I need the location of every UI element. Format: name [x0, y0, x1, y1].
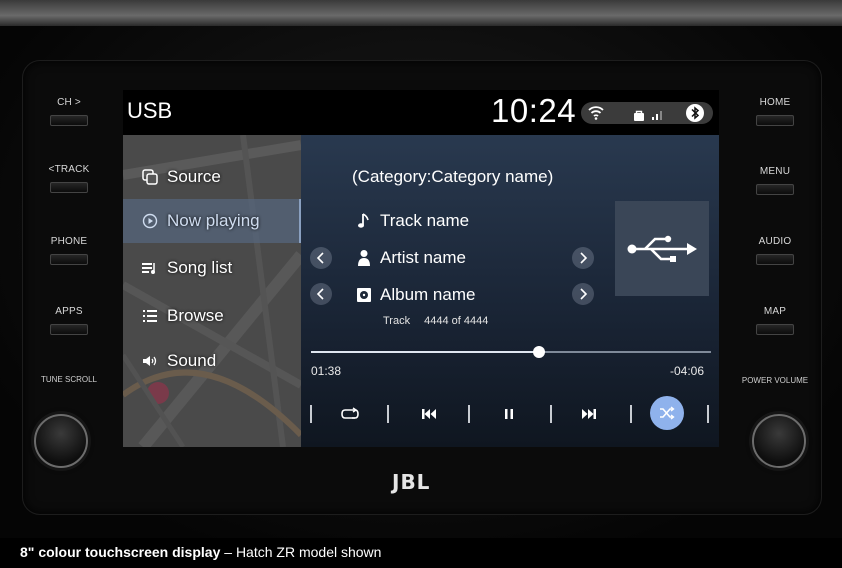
browse-list-icon	[139, 308, 161, 324]
artist-name: Artist name	[380, 248, 466, 267]
control-divider	[468, 405, 470, 423]
artist-icon	[353, 249, 375, 267]
jbl-logo: JBL	[392, 470, 431, 494]
chevron-right-icon	[580, 252, 588, 264]
repeat-icon	[341, 407, 359, 419]
track-position: Track 4444 of 4444	[383, 315, 488, 327]
shuffle-button[interactable]	[650, 396, 684, 430]
audio-button[interactable]: AUDIO	[730, 236, 820, 265]
track-back-button[interactable]: <TRACK	[24, 164, 114, 193]
touchscreen: USB 10:24 Source Now playing Song list B…	[123, 90, 719, 447]
audio-button-label: AUDIO	[758, 236, 792, 247]
tune-scroll-knob[interactable]	[34, 414, 88, 468]
elapsed-time: 01:38	[311, 364, 342, 378]
map-button[interactable]: MAP	[730, 306, 820, 335]
control-divider	[310, 405, 312, 423]
menu-item-song-list-label: Song list	[167, 258, 233, 277]
remaining-time: -04:06	[669, 364, 704, 378]
chevron-right-icon	[580, 288, 588, 300]
phone-button-label: PHONE	[50, 236, 88, 247]
progress-thumb[interactable]	[533, 346, 545, 358]
previous-track-icon	[422, 409, 436, 419]
progress-fill	[311, 351, 539, 353]
source-title: USB	[127, 98, 173, 123]
apps-button[interactable]: APPS	[24, 306, 114, 335]
menu-item-now-playing-label: Now playing	[167, 211, 260, 230]
caption-text: – Hatch ZR model shown	[220, 544, 382, 560]
album-next-button[interactable]	[572, 283, 594, 305]
menu-item-sound-label: Sound	[167, 351, 217, 370]
menu-item-song-list[interactable]: Song list	[123, 246, 301, 290]
next-track-icon	[582, 409, 596, 419]
menu-item-browse[interactable]: Browse	[123, 294, 301, 338]
menu-item-now-playing[interactable]: Now playing	[123, 199, 301, 243]
track-back-button-label: <TRACK	[48, 164, 90, 175]
ch-button-label: CH >	[57, 97, 81, 108]
tune-scroll-label: TUNE SCROLL	[40, 375, 97, 384]
artist-previous-button[interactable]	[310, 247, 332, 269]
album-previous-button[interactable]	[310, 283, 332, 305]
album-icon	[353, 287, 375, 303]
track-label: Track	[383, 315, 411, 327]
image-caption: 8" colour touchscreen display – Hatch ZR…	[0, 538, 842, 568]
clock: 10:24	[491, 92, 577, 129]
now-playing-panel: (Category:Category name) Track name Arti…	[301, 135, 719, 447]
power-volume-knob[interactable]	[752, 414, 806, 468]
menu-item-source[interactable]: Source	[123, 155, 301, 199]
menu-button[interactable]: MENU	[730, 166, 820, 195]
speaker-icon	[139, 353, 161, 369]
home-button-label: HOME	[759, 97, 791, 108]
status-bar: USB 10:24	[123, 90, 719, 135]
chevron-left-icon	[316, 252, 324, 264]
usb-icon	[627, 235, 697, 262]
menu-button-label: MENU	[759, 166, 791, 177]
track-count: 4444 of 4444	[424, 315, 489, 327]
usb-artwork	[615, 201, 709, 296]
control-divider	[550, 405, 552, 423]
song-list-icon	[139, 260, 161, 276]
category-label: (Category:Category name)	[352, 167, 554, 186]
dashboard-top-trim	[0, 0, 842, 26]
artist-name-row: Artist name	[353, 245, 466, 271]
progress-bar[interactable]	[311, 346, 711, 358]
control-divider	[707, 405, 709, 423]
album-name: Album name	[380, 285, 476, 304]
track-name-row: Track name	[353, 208, 469, 234]
wifi-icon	[587, 104, 605, 125]
menu-item-sound[interactable]: Sound	[123, 339, 301, 383]
next-track-button[interactable]	[571, 400, 607, 428]
artist-next-button[interactable]	[572, 247, 594, 269]
phone-button[interactable]: PHONE	[24, 236, 114, 265]
shuffle-icon	[660, 406, 675, 420]
power-volume-label: POWER VOLUME	[741, 376, 809, 385]
control-divider	[630, 405, 632, 423]
menu-item-source-label: Source	[167, 167, 221, 186]
music-note-icon	[353, 212, 375, 230]
chevron-left-icon	[316, 288, 324, 300]
control-divider	[387, 405, 389, 423]
signal-strength-icon	[651, 106, 665, 125]
map-button-label: MAP	[763, 306, 787, 317]
album-name-row: Album name	[353, 282, 475, 308]
status-icons	[581, 102, 713, 124]
previous-track-button[interactable]	[411, 400, 447, 428]
play-circle-icon	[139, 213, 161, 229]
pause-button[interactable]	[491, 400, 527, 428]
pause-icon	[505, 409, 513, 419]
home-button[interactable]: HOME	[730, 97, 820, 126]
caption-bold: 8" colour touchscreen display	[20, 544, 221, 560]
repeat-button[interactable]	[332, 400, 368, 428]
playback-controls	[301, 390, 719, 438]
source-icon	[139, 168, 161, 186]
apps-button-label: APPS	[55, 306, 83, 317]
phone-battery-icon	[633, 107, 645, 126]
ch-button[interactable]: CH >	[24, 97, 114, 126]
bluetooth-icon	[685, 103, 705, 127]
menu-item-browse-label: Browse	[167, 306, 224, 325]
track-name: Track name	[380, 211, 470, 230]
